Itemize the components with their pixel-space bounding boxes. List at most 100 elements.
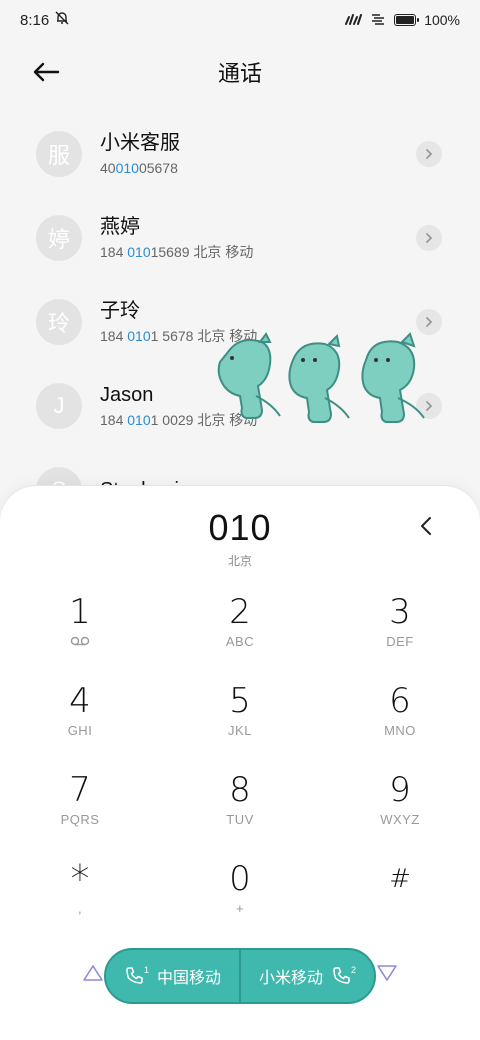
status-right: 100% [344, 12, 460, 28]
dialed-number[interactable]: 010 [0, 506, 480, 550]
number-match: 010 [127, 244, 151, 260]
sim1-slot: 1 [143, 965, 149, 975]
number-match: 010 [115, 160, 139, 176]
page-title: 通话 [217, 61, 262, 86]
keypad: 1 2 ABC 3 DEF 4 GHI 5 JKL 6 MNO 7 PQRS 8… [0, 578, 480, 934]
contact-row[interactable]: 婷 燕婷 184 01015689 北京 移动 [0, 196, 480, 280]
call-sim2-button[interactable]: 小米移动 2 [241, 950, 374, 1002]
battery-icon [394, 14, 420, 26]
contact-text: 小米客服 4001005678 [100, 130, 444, 178]
key-letters: ABC [225, 634, 255, 649]
key-9[interactable]: 9 WXYZ [320, 756, 480, 845]
sim-call-buttons: 1 中国移动 小米移动 2 [104, 948, 376, 1004]
key-digit: # [389, 864, 411, 894]
key-6[interactable]: 6 MNO [320, 667, 480, 756]
key-digit: * [70, 857, 90, 901]
key-digit: 9 [389, 770, 411, 810]
dial-display: 010 北京 [0, 506, 480, 569]
key-hash[interactable]: # [320, 845, 480, 934]
avatar: 婷 [36, 215, 82, 261]
number-prefix: 184 [100, 328, 128, 344]
contact-text: 燕婷 184 01015689 北京 移动 [100, 214, 444, 262]
back-button[interactable] [28, 54, 64, 90]
key-digit: 2 [229, 592, 251, 632]
dinosaur-figure [361, 332, 425, 423]
number-suffix: 1 5678 [150, 328, 194, 344]
triangle-up-icon[interactable] [82, 964, 104, 982]
contact-row[interactable]: 服 小米客服 4001005678 [0, 112, 480, 196]
backspace-button[interactable] [412, 512, 440, 540]
key-letters: TUV [226, 812, 254, 827]
number-prefix: 40 [100, 160, 116, 176]
call-bar: 1 中国移动 小米移动 2 [0, 946, 480, 1006]
number-match: 010 [127, 412, 151, 428]
contact-detail-button[interactable] [416, 141, 442, 167]
chevron-right-icon [426, 233, 433, 243]
contact-name: 燕婷 [100, 216, 140, 238]
sim2-label: 小米移动 [258, 970, 323, 987]
key-digit: 0 [229, 859, 251, 899]
status-bar: 8:16 100% [0, 0, 480, 40]
contact-list: 服 小米客服 4001005678 婷 燕婷 184 01015689 北京 移… [0, 112, 480, 532]
keypad-row: 4 GHI 5 JKL 6 MNO [0, 667, 480, 756]
key-4[interactable]: 4 GHI [0, 667, 160, 756]
status-left: 8:16 [20, 11, 69, 29]
voicemail-icon [70, 636, 90, 646]
arrow-left-icon [33, 62, 60, 82]
key-1[interactable]: 1 [0, 578, 160, 667]
data-icon [370, 12, 386, 28]
key-0[interactable]: 0 + [160, 845, 320, 934]
key-digit: 7 [69, 770, 91, 810]
avatar: 玲 [36, 299, 82, 345]
key-3[interactable]: 3 DEF [320, 578, 480, 667]
phone-sim1-icon [126, 967, 143, 984]
key-digit: 8 [229, 770, 251, 810]
signal-icon [344, 12, 363, 28]
chevron-right-icon [426, 149, 433, 159]
key-letters: + [235, 901, 245, 916]
dialpad-sheet: 010 北京 1 2 ABC 3 DEF 4 GHI 5 JKL 6 MNO 7… [0, 486, 480, 1040]
contact-number: 184 01015689 北京 移动 [100, 242, 444, 262]
key-5[interactable]: 5 JKL [160, 667, 320, 756]
contact-name: 子玲 [100, 300, 140, 322]
app-header: 通话 [0, 44, 480, 100]
key-digit: 3 [389, 592, 411, 632]
key-8[interactable]: 8 TUV [160, 756, 320, 845]
keypad-row: 1 2 ABC 3 DEF [0, 578, 480, 667]
keypad-row: * , 0 + # [0, 845, 480, 934]
key-digit: 1 [69, 592, 91, 632]
key-star[interactable]: * , [0, 845, 160, 934]
key-letters: JKL [228, 723, 252, 738]
key-letters: WXYZ [380, 812, 420, 827]
key-digit: 4 [69, 681, 91, 721]
number-location: 北京 移动 [193, 244, 254, 260]
number-suffix: 1 0029 [150, 412, 194, 428]
phone-sim2-icon [333, 967, 350, 984]
keypad-row: 7 PQRS 8 TUV 9 WXYZ [0, 756, 480, 845]
chevron-right-icon [426, 317, 433, 327]
key-2[interactable]: 2 ABC [160, 578, 320, 667]
key-letters: GHI [67, 723, 93, 738]
key-7[interactable]: 7 PQRS [0, 756, 160, 845]
call-sim1-button[interactable]: 1 中国移动 [106, 950, 239, 1002]
number-prefix: 184 [100, 412, 128, 428]
triangle-down-icon[interactable] [376, 964, 398, 982]
sim1-label: 中国移动 [157, 970, 222, 987]
number-prefix: 184 [100, 244, 128, 260]
key-letters: , [77, 901, 83, 916]
key-letters: MNO [384, 723, 416, 738]
avatar: J [36, 383, 82, 429]
avatar: 服 [36, 131, 82, 177]
key-digit: 6 [389, 681, 411, 721]
contact-name: 小米客服 [100, 132, 180, 154]
dinosaur-figure [288, 333, 350, 423]
contact-detail-button[interactable] [416, 225, 442, 251]
dinosaur-sticker [217, 332, 425, 423]
number-suffix: 15689 [150, 244, 190, 260]
sim2-slot: 2 [351, 965, 357, 975]
contact-number: 4001005678 [100, 158, 444, 178]
alarm-off-icon [55, 11, 69, 29]
number-suffix: 05678 [138, 160, 178, 176]
key-digit: 5 [229, 681, 251, 721]
battery-level: 100% [424, 12, 460, 28]
